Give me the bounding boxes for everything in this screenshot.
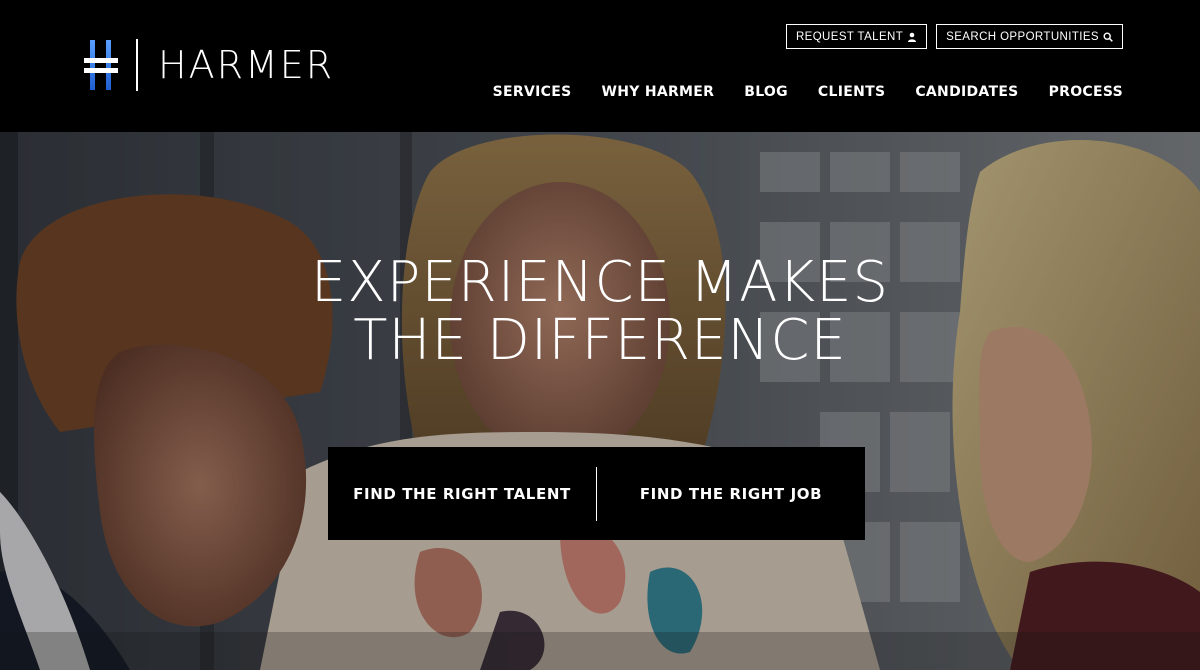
logo-divider (136, 39, 138, 91)
nav-item-clients[interactable]: CLIENTS (818, 84, 885, 100)
main-nav: SERVICES WHY HARMER BLOG CLIENTS CANDIDA… (493, 84, 1123, 100)
logo-wordmark: HARMER (158, 43, 335, 87)
hero-section: EXPERIENCE MAKES THE DIFFERENCE FIND THE… (0, 132, 1200, 670)
harmer-logo-mark-icon (84, 38, 120, 92)
search-icon (1103, 31, 1113, 42)
hero-headline: EXPERIENCE MAKES THE DIFFERENCE (0, 254, 1200, 370)
nav-item-process[interactable]: PROCESS (1049, 84, 1123, 100)
request-talent-button[interactable]: REQUEST TALENT (785, 24, 928, 49)
hero-headline-line1: EXPERIENCE MAKES (310, 250, 890, 315)
hero-cta-box: FIND THE RIGHT TALENT FIND THE RIGHT JOB (328, 447, 865, 540)
user-icon (908, 32, 917, 42)
search-opportunities-label: SEARCH OPPORTUNITIES (946, 30, 1099, 43)
utility-bar: REQUEST TALENT SEARCH OPPORTUNITIES (785, 24, 1123, 49)
nav-item-why-harmer[interactable]: WHY HARMER (601, 84, 714, 100)
hero-dark-overlay (0, 132, 1200, 670)
harmer-logo[interactable]: HARMER (84, 38, 334, 92)
site-header: HARMER REQUEST TALENT SEARCH OPPORTUNITI… (0, 0, 1200, 132)
nav-item-services[interactable]: SERVICES (493, 84, 572, 100)
request-talent-label: REQUEST TALENT (795, 30, 904, 43)
search-opportunities-button[interactable]: SEARCH OPPORTUNITIES (936, 24, 1123, 49)
hero-headline-line2: THE DIFFERENCE (353, 308, 847, 373)
find-right-job-button[interactable]: FIND THE RIGHT JOB (597, 447, 865, 540)
find-right-talent-button[interactable]: FIND THE RIGHT TALENT (328, 447, 596, 540)
nav-item-candidates[interactable]: CANDIDATES (915, 84, 1018, 100)
nav-item-blog[interactable]: BLOG (744, 84, 788, 100)
